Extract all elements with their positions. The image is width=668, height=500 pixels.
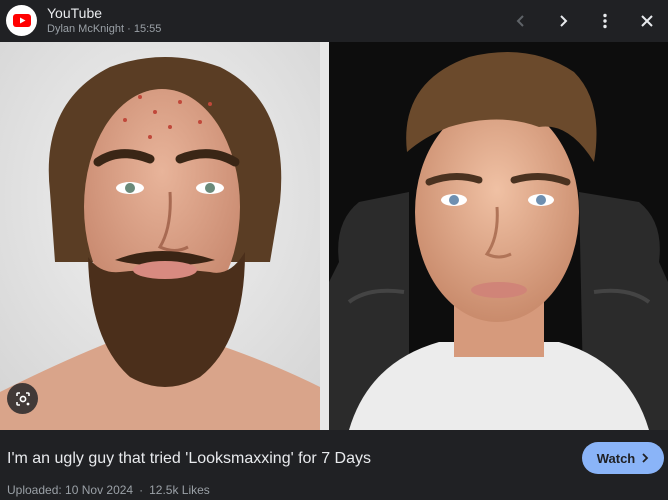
result-footer: I'm an ugly guy that tried 'Looksmaxxing…	[0, 430, 668, 500]
google-lens-icon	[15, 391, 30, 406]
close-button[interactable]	[633, 7, 661, 35]
video-meta: Uploaded: 10 Nov 2024 · 12.5k Likes	[7, 483, 210, 497]
before-photo	[0, 42, 320, 430]
like-count: 12.5k Likes	[149, 483, 210, 497]
google-lens-button[interactable]	[7, 383, 38, 414]
viewer-header: YouTube Dylan McKnight · 15:55	[0, 0, 668, 42]
source-title[interactable]: YouTube	[47, 5, 102, 21]
chevron-right-icon	[560, 15, 568, 27]
video-title[interactable]: I'm an ugly guy that tried 'Looksmaxxing…	[7, 450, 371, 468]
chevron-left-icon	[516, 15, 524, 27]
upload-date: Uploaded: 10 Nov 2024	[7, 483, 134, 497]
image-divider	[320, 42, 329, 430]
source-subtitle: Dylan McKnight · 15:55	[47, 23, 161, 35]
more-vert-icon	[603, 13, 607, 29]
previous-button[interactable]	[507, 7, 535, 35]
timestamp: 15:55	[133, 23, 162, 35]
watch-label: Watch	[596, 450, 636, 466]
chevron-right-icon	[642, 453, 649, 463]
youtube-logo-icon[interactable]	[6, 5, 37, 36]
after-photo	[329, 42, 668, 430]
watch-button[interactable]: Watch	[582, 442, 664, 474]
separator: ·	[127, 23, 131, 35]
close-icon	[641, 15, 653, 27]
author-name: Dylan McKnight	[47, 23, 125, 35]
image-preview[interactable]	[0, 42, 668, 430]
meta-separator: ·	[139, 483, 144, 497]
more-options-button[interactable]	[591, 7, 619, 35]
next-button[interactable]	[549, 7, 577, 35]
